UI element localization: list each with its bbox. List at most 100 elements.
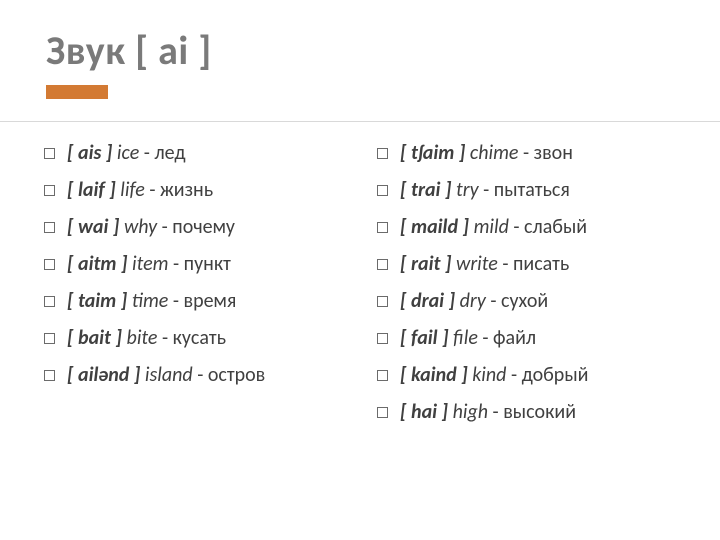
transcription: [ rait ]: [400, 252, 451, 276]
transcription: [ tʃaim ]: [400, 141, 465, 165]
list-item: [ trai ] try - пытаться: [377, 177, 690, 204]
list-item-text: [ bait ] bite - кусать: [67, 325, 226, 352]
bullet-icon: [377, 296, 388, 307]
list-item-text: [ trai ] try - пытаться: [400, 177, 570, 204]
dash: -: [488, 400, 503, 424]
list-item-text: [ tʃaim ] chime - звон: [400, 140, 573, 167]
list-item: [ aitm ] item - пункт: [44, 251, 357, 278]
list-item-text: [ wai ] why - почему: [67, 214, 235, 241]
dash: -: [193, 363, 208, 387]
page-title: Звук [ ai ]: [46, 26, 720, 75]
dash: -: [509, 215, 524, 239]
russian-word: сухой: [501, 289, 548, 313]
list-item-text: [ aitm ] item - пункт: [67, 251, 231, 278]
english-word: dry: [460, 289, 486, 313]
english-word: why: [124, 215, 157, 239]
english-word: island: [145, 363, 193, 387]
dash: -: [506, 363, 521, 387]
dash: -: [498, 252, 513, 276]
english-word: time: [132, 289, 169, 313]
russian-word: пытаться: [494, 178, 570, 202]
list-item: [ kaind ] kind - добрый: [377, 362, 690, 389]
dash: -: [157, 326, 172, 350]
column-right: [ tʃaim ] chime - звон [ trai ] try - пыт…: [377, 140, 690, 436]
bullet-icon: [44, 296, 55, 307]
russian-word: пункт: [184, 252, 231, 276]
list-item: [ maild ] mild - слабый: [377, 214, 690, 241]
english-word: bite: [127, 326, 158, 350]
russian-word: слабый: [524, 215, 587, 239]
english-word: ice: [117, 141, 139, 165]
russian-word: почему: [172, 215, 235, 239]
transcription: [ wai ]: [67, 215, 119, 239]
bullet-icon: [44, 185, 55, 196]
list-item: [ tʃaim ] chime - звон: [377, 140, 690, 167]
list-item: [ drai ] dry - сухой: [377, 288, 690, 315]
english-word: chime: [470, 141, 519, 165]
dash: -: [169, 252, 184, 276]
transcription: [ ailənd ]: [67, 363, 140, 387]
transcription: [ kaind ]: [400, 363, 468, 387]
list-item: [ fail ] file - файл: [377, 325, 690, 352]
list-item-text: [ kaind ] kind - добрый: [400, 362, 588, 389]
dash: -: [518, 141, 533, 165]
transcription: [ fail ]: [400, 326, 449, 350]
russian-word: звон: [534, 141, 573, 165]
transcription: [ ais ]: [67, 141, 112, 165]
bullet-icon: [377, 222, 388, 233]
accent-bar: [46, 85, 108, 99]
dash: -: [145, 178, 160, 202]
russian-word: писать: [513, 252, 569, 276]
list-item-text: [ laif ] life - жизнь: [67, 177, 213, 204]
list-item-text: [ ailənd ] island - остров: [67, 362, 265, 389]
bullet-icon: [44, 222, 55, 233]
english-word: mild: [474, 215, 509, 239]
list-item-text: [ drai ] dry - сухой: [400, 288, 548, 315]
list-item-text: [ hai ] high - высокий: [400, 399, 576, 426]
dash: -: [479, 178, 494, 202]
russian-word: время: [183, 289, 236, 313]
dash: -: [139, 141, 154, 165]
transcription: [ taim ]: [67, 289, 127, 313]
bullet-icon: [44, 370, 55, 381]
russian-word: остров: [208, 363, 265, 387]
bullet-icon: [377, 148, 388, 159]
list-item: [ ais ] ice - лед: [44, 140, 357, 167]
list-item: [ bait ] bite - кусать: [44, 325, 357, 352]
dash: -: [168, 289, 183, 313]
russian-word: добрый: [522, 363, 589, 387]
list-item: [ ailənd ] island - остров: [44, 362, 357, 389]
content-area: [ ais ] ice - лед[ laif ] life - жизнь[ …: [0, 122, 720, 436]
transcription: [ aitm ]: [67, 252, 128, 276]
bullet-icon: [377, 370, 388, 381]
english-word: item: [132, 252, 168, 276]
dash: -: [478, 326, 493, 350]
english-word: high: [453, 400, 488, 424]
list-item-text: [ ais ] ice - лед: [67, 140, 185, 167]
bullet-icon: [377, 185, 388, 196]
english-word: file: [453, 326, 478, 350]
russian-word: файл: [493, 326, 536, 350]
dash: -: [486, 289, 501, 313]
list-item: [ laif ] life - жизнь: [44, 177, 357, 204]
column-left: [ ais ] ice - лед[ laif ] life - жизнь[ …: [44, 140, 357, 436]
transcription: [ maild ]: [400, 215, 469, 239]
russian-word: высокий: [503, 400, 576, 424]
bullet-icon: [44, 333, 55, 344]
english-word: kind: [472, 363, 506, 387]
list-item: [ wai ] why - почему: [44, 214, 357, 241]
transcription: [ bait ]: [67, 326, 122, 350]
russian-word: жизнь: [160, 178, 213, 202]
transcription: [ laif ]: [67, 178, 116, 202]
english-word: write: [456, 252, 498, 276]
russian-word: лед: [154, 141, 185, 165]
english-word: life: [120, 178, 145, 202]
list-item-text: [ fail ] file - файл: [400, 325, 536, 352]
bullet-icon: [377, 259, 388, 270]
list-item-text: [ taim ] time - время: [67, 288, 236, 315]
list-item: [ rait ] write - писать: [377, 251, 690, 278]
list-item-text: [ rait ] write - писать: [400, 251, 569, 278]
russian-word: кусать: [173, 326, 226, 350]
transcription: [ trai ]: [400, 178, 451, 202]
bullet-icon: [377, 333, 388, 344]
